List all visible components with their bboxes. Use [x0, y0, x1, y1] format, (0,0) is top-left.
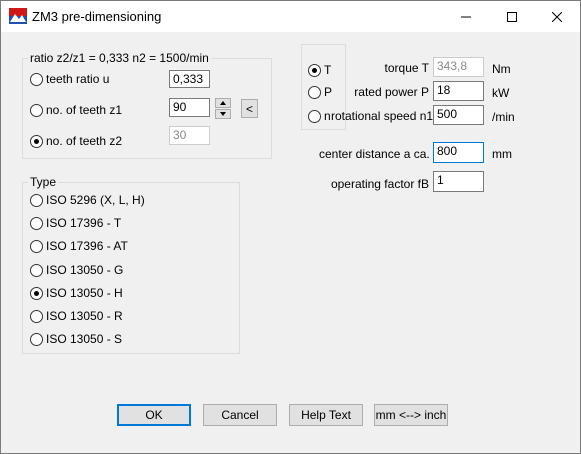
window-title: ZM3 pre-dimensioning	[32, 9, 162, 24]
teeth-z2-input: 30	[169, 126, 210, 145]
power-label: rated power P	[354, 85, 429, 99]
radio-teeth-z2[interactable]: no. of teeth z2	[30, 134, 122, 148]
radio-mode-t[interactable]: T	[308, 63, 331, 77]
radio-type-iso13050-r[interactable]: ISO 13050 - R	[30, 309, 123, 323]
power-input[interactable]: 18	[433, 81, 484, 101]
maximize-icon	[507, 11, 517, 22]
radio-mode-t-label: T	[324, 63, 332, 77]
speed-unit: /min	[492, 110, 515, 124]
radio-type-iso17396-at-label: ISO 17396 - AT	[46, 239, 128, 253]
close-button[interactable]	[534, 1, 580, 32]
center-distance-label: center distance a ca.	[319, 147, 430, 161]
radio-mode-n-label: n	[324, 109, 331, 123]
center-distance-unit: mm	[492, 147, 512, 161]
unit-toggle-button[interactable]: mm <--> inch	[374, 404, 448, 426]
radio-mode-p[interactable]: P	[308, 85, 332, 99]
teeth-ratio-input[interactable]: 0,333	[169, 70, 210, 88]
radio-type-iso13050-h-circle	[30, 286, 43, 300]
radio-type-iso13050-s[interactable]: ISO 13050 - S	[30, 332, 122, 346]
help-text-button[interactable]: Help Text	[289, 404, 363, 426]
radio-type-iso13050-s-label: ISO 13050 - S	[46, 332, 123, 346]
ok-button[interactable]: OK	[117, 404, 191, 426]
title-bar: ZM3 pre-dimensioning	[1, 1, 580, 32]
teeth-z1-input[interactable]: 90	[169, 98, 210, 117]
radio-mode-n[interactable]: n	[308, 109, 331, 123]
radio-mode-n-circle	[308, 109, 321, 123]
dialog-window: ZM3 pre-dimensioning ratio z2/z1 = 0,333…	[0, 0, 581, 454]
radio-mode-p-label: P	[324, 85, 333, 99]
radio-type-iso13050-g-circle	[30, 263, 43, 277]
spin-up-button[interactable]	[215, 98, 231, 108]
radio-type-iso5296-label: ISO 5296 (X, L, H)	[46, 193, 145, 207]
torque-input: 343,8	[433, 57, 484, 77]
transfer-arrow-button[interactable]: <	[241, 99, 258, 118]
minimize-icon	[461, 16, 471, 17]
radio-type-iso13050-g[interactable]: ISO 13050 - G	[30, 263, 123, 277]
operating-factor-input[interactable]: 1	[433, 171, 484, 192]
spin-up-icon	[220, 101, 226, 105]
radio-teeth-z2-label: no. of teeth z2	[46, 134, 123, 148]
power-unit: kW	[492, 86, 510, 100]
teeth-z1-spinner	[215, 98, 231, 119]
type-group-title: Type	[28, 175, 59, 189]
radio-type-iso17396-t[interactable]: ISO 17396 - T	[30, 216, 121, 230]
radio-type-iso17396-at[interactable]: ISO 17396 - AT	[30, 239, 128, 253]
torque-unit: Nm	[492, 62, 511, 76]
radio-type-iso13050-h-label: ISO 13050 - H	[46, 286, 123, 300]
close-icon	[552, 11, 562, 22]
app-logo-icon	[9, 8, 27, 24]
radio-type-iso5296[interactable]: ISO 5296 (X, L, H)	[30, 193, 145, 207]
radio-type-iso17396-t-label: ISO 17396 - T	[46, 216, 122, 230]
maximize-button[interactable]	[489, 1, 535, 32]
radio-teeth-z1[interactable]: no. of teeth z1	[30, 103, 122, 117]
radio-type-iso13050-h[interactable]: ISO 13050 - H	[30, 286, 123, 300]
radio-type-iso13050-g-label: ISO 13050 - G	[46, 263, 124, 277]
radio-type-iso5296-circle	[30, 193, 43, 207]
spin-down-button[interactable]	[215, 109, 231, 119]
radio-teeth-ratio-circle	[30, 72, 43, 86]
radio-mode-t-circle	[308, 63, 321, 77]
radio-teeth-z2-circle	[30, 134, 43, 148]
radio-type-iso13050-s-circle	[30, 332, 43, 346]
radio-teeth-ratio-label: teeth ratio u	[46, 72, 110, 86]
speed-label: rotational speed n1	[331, 109, 434, 123]
radio-teeth-z1-label: no. of teeth z1	[46, 103, 123, 117]
radio-teeth-ratio[interactable]: teeth ratio u	[30, 72, 109, 86]
radio-type-iso13050-r-label: ISO 13050 - R	[46, 309, 123, 323]
ratio-group-title: ratio z2/z1 = 0,333 n2 = 1500/min	[28, 51, 211, 65]
torque-label: torque T	[384, 61, 429, 75]
cancel-button[interactable]: Cancel	[203, 404, 277, 426]
radio-type-iso17396-at-circle	[30, 239, 43, 253]
speed-input[interactable]: 500	[433, 105, 484, 125]
minimize-button[interactable]	[443, 1, 489, 32]
radio-mode-p-circle	[308, 85, 321, 99]
operating-factor-label: operating factor fB	[330, 177, 429, 191]
spin-down-icon	[220, 112, 226, 116]
radio-type-iso17396-t-circle	[30, 216, 43, 230]
center-distance-input[interactable]: 800	[433, 142, 484, 163]
radio-type-iso13050-r-circle	[30, 309, 43, 323]
radio-teeth-z1-circle	[30, 103, 43, 117]
